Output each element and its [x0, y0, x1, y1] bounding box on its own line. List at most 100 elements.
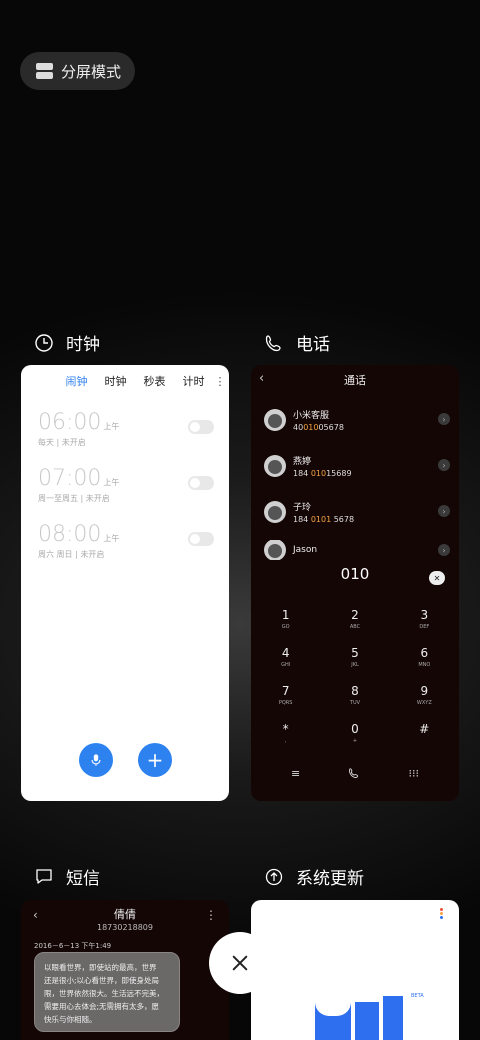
tab-timer[interactable]: 计时	[174, 373, 213, 389]
dial-key-7[interactable]: 7 PQRS	[251, 684, 320, 714]
contact-row[interactable]: 燕婷 184 01015689 ›	[264, 451, 450, 481]
dial-key-9[interactable]: 9 WXYZ	[390, 684, 459, 714]
dial-key-4[interactable]: 4 GHI	[251, 646, 320, 676]
avatar	[264, 455, 286, 477]
close-all-button[interactable]	[209, 932, 271, 994]
contact-name: 燕婷	[293, 457, 312, 467]
contact-row[interactable]: Jason ›	[264, 540, 450, 560]
phone-title-bar: ‹ 通话	[251, 365, 459, 395]
update-app-card[interactable]: BETA	[251, 900, 459, 1040]
avatar	[264, 540, 286, 560]
contact-row[interactable]: 小米客服 4001005678 ›	[264, 405, 450, 435]
dial-key-hash[interactable]: #	[390, 722, 459, 752]
back-icon[interactable]: ‹	[33, 908, 38, 922]
dial-key-0[interactable]: 0 +	[320, 722, 389, 752]
split-screen-label: 分屏模式	[61, 62, 122, 81]
clock-app-header[interactable]: 时钟	[34, 330, 100, 355]
dial-key-2[interactable]: 2 ABC	[320, 608, 389, 638]
alarm-time: 07:00	[38, 466, 102, 491]
sms-app-name: 短信	[66, 869, 100, 889]
voice-alarm-button[interactable]	[79, 743, 113, 777]
beta-label: BETA	[411, 993, 424, 999]
phone-title: 通话	[344, 374, 366, 387]
message-bubble[interactable]: 以眼看世界，即使站的最高，世界 还是很小;以心看世界，即使身处局 限，世界依然很…	[34, 952, 180, 1032]
alarm-item[interactable]: 06:00 上午 每天 | 未开启	[38, 410, 214, 450]
alarm-toggle[interactable]	[188, 476, 214, 490]
phone-app-name: 电话	[296, 335, 330, 355]
clock-icon	[35, 333, 53, 352]
chevron-right-icon[interactable]: ›	[438, 413, 450, 425]
tab-alarm[interactable]: 闹钟	[57, 373, 96, 389]
call-icon[interactable]	[348, 767, 360, 782]
alarm-repeat: 每天 | 未开启	[38, 438, 86, 447]
message-line: 还是很小;以心看世界，即使身处局	[44, 976, 160, 985]
message-line: 以眼看世界，即使站的最高，世界	[44, 963, 157, 972]
dialer-bottom-bar: ≡ ⁝⁝⁝	[251, 767, 459, 782]
alarm-repeat: 周六 周日 | 未开启	[38, 550, 105, 559]
dial-key-star[interactable]: *,	[251, 722, 320, 752]
contact-number: 184 01015689	[293, 469, 352, 478]
beta-logo	[315, 996, 411, 1040]
clock-app-card[interactable]: 闹钟 时钟 秒表 计时 ⋮ 06:00 上午 每天 | 未开启 07:00 上午 周…	[21, 365, 229, 801]
contact-number: 4001005678	[293, 423, 344, 432]
split-screen-icon	[36, 63, 53, 79]
menu-icon[interactable]: ≡	[291, 767, 300, 782]
avatar	[264, 501, 286, 523]
phone-app-header[interactable]: 电话	[264, 330, 330, 355]
contact-name: 小米客服	[293, 411, 330, 421]
contact-row[interactable]: 子玲 184 0101 5678 ›	[264, 497, 450, 527]
chevron-right-icon[interactable]: ›	[438, 459, 450, 471]
dial-key-6[interactable]: 6 MNO	[390, 646, 459, 676]
more-options-icon[interactable]	[440, 908, 446, 920]
alarm-repeat: 周一至周五 | 未开启	[38, 494, 110, 503]
update-app-name: 系统更新	[296, 869, 364, 889]
alarm-ampm: 上午	[103, 534, 120, 543]
backspace-icon[interactable]: ✕	[429, 571, 445, 585]
contact-number: 184 0101 5678	[293, 515, 355, 524]
alarm-toggle[interactable]	[188, 532, 214, 546]
tab-stopwatch[interactable]: 秒表	[135, 373, 174, 389]
alarm-ampm: 上午	[103, 422, 120, 431]
message-line: 快乐与你相随。	[44, 1015, 97, 1024]
avatar	[264, 409, 286, 431]
clock-app-name: 时钟	[66, 335, 100, 355]
dial-keypad: 1 GO 2 ABC 3 DEF 4 GHI 5 JKL 6 MNO 7 PQRS 8 TUV …	[251, 608, 459, 752]
close-icon	[232, 955, 248, 971]
dialed-number: 010	[340, 565, 370, 583]
dial-key-5[interactable]: 5 JKL	[320, 646, 389, 676]
keypad-grid-icon[interactable]: ⁝⁝⁝	[408, 767, 419, 782]
alarm-item[interactable]: 08:00 上午 周六 周日 | 未开启	[38, 522, 214, 562]
microphone-icon	[91, 754, 101, 766]
contact-name: 子玲	[293, 503, 312, 513]
tab-clock[interactable]: 时钟	[96, 373, 135, 389]
phone-app-card[interactable]: ‹ 通话 小米客服 4001005678 › 燕婷 184 01015689 ›…	[251, 365, 459, 801]
alarm-toggle[interactable]	[188, 420, 214, 434]
chevron-right-icon[interactable]: ›	[438, 505, 450, 517]
back-icon[interactable]: ‹	[259, 371, 264, 386]
sms-app-header[interactable]: 短信	[34, 864, 100, 889]
sms-contact-number: 18730218809	[97, 923, 153, 932]
alarm-item[interactable]: 07:00 上午 周一至周五 | 未开启	[38, 466, 214, 506]
more-options-icon[interactable]: ⋮	[205, 908, 217, 922]
update-app-header[interactable]: 系统更新	[264, 864, 364, 889]
sms-contact-name: 倩倩	[114, 908, 136, 921]
dial-key-8[interactable]: 8 TUV	[320, 684, 389, 714]
phone-icon	[265, 334, 281, 351]
dial-key-1[interactable]: 1 GO	[251, 608, 320, 638]
alarm-time: 08:00	[38, 522, 102, 547]
chevron-right-icon[interactable]: ›	[438, 544, 450, 556]
message-line: 限，世界依然很大。生活远不完美，	[44, 989, 164, 998]
contact-name: Jason	[293, 545, 318, 555]
dial-key-3[interactable]: 3 DEF	[390, 608, 459, 638]
more-options-icon[interactable]: ⋮	[213, 375, 227, 388]
clock-tabs: 闹钟 时钟 秒表 计时 ⋮	[21, 365, 229, 397]
message-icon	[36, 868, 52, 884]
update-icon	[265, 868, 283, 885]
sms-app-card[interactable]: ‹ 倩倩 18730218809 ⋮ 2016－6－13 下午1:49 以眼看世…	[21, 900, 229, 1040]
message-line: 需要用心去体会;无需拥有太多，愿	[44, 1002, 160, 1011]
alarm-ampm: 上午	[103, 478, 120, 487]
plus-icon: +	[146, 748, 164, 772]
alarm-time: 06:00	[38, 410, 102, 435]
add-alarm-button[interactable]: +	[138, 743, 172, 777]
split-screen-button[interactable]: 分屏模式	[20, 52, 135, 90]
